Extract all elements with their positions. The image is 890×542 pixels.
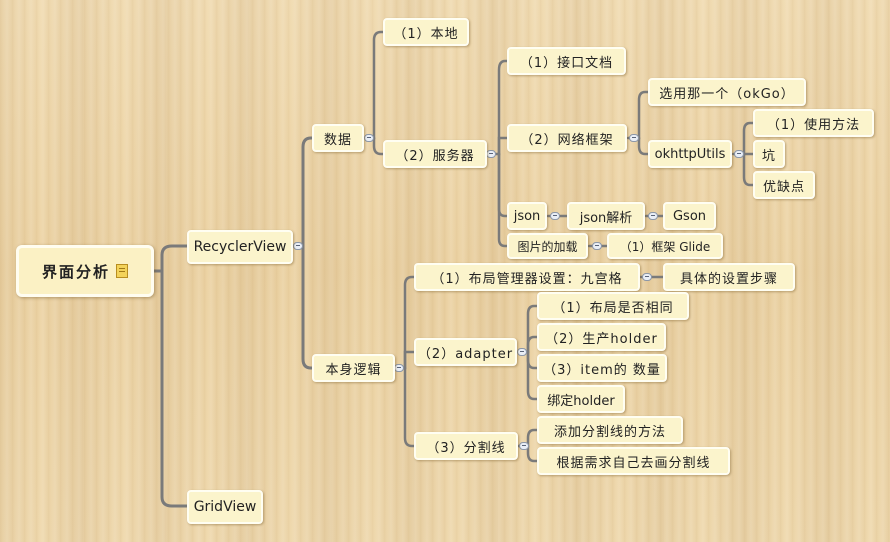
- collapse-toggle-okhttputils[interactable]: [734, 150, 744, 158]
- node-image-load-label: 图片的加载: [517, 239, 578, 254]
- node-json[interactable]: json: [507, 202, 547, 230]
- node-bind-holder-label: 绑定holder: [547, 393, 615, 409]
- node-bind-holder[interactable]: 绑定holder: [537, 385, 625, 413]
- node-api-doc-label: （1）接口文档: [519, 55, 614, 71]
- node-pros-cons[interactable]: 优缺点: [753, 171, 815, 199]
- node-gridview[interactable]: GridView: [187, 490, 263, 524]
- node-usage-label: （1）使用方法: [766, 117, 861, 133]
- root-label: 界面分析: [41, 262, 110, 281]
- node-json-parse-label: json解析: [579, 210, 633, 226]
- node-item-count[interactable]: （3）item的 数量: [537, 354, 667, 382]
- node-server-label: （2）服务器: [395, 148, 475, 164]
- node-json-parse[interactable]: json解析: [567, 202, 645, 230]
- node-layout-steps[interactable]: 具体的设置步骤: [663, 263, 795, 291]
- node-layout-manager[interactable]: （1）布局管理器设置：九宫格: [414, 263, 640, 291]
- node-add-divider-label: 添加分割线的方法: [553, 424, 666, 440]
- node-okhttputils[interactable]: okhttpUtils: [648, 140, 732, 168]
- node-own-logic-label: 本身逻辑: [325, 362, 382, 378]
- node-add-divider[interactable]: 添加分割线的方法: [537, 416, 683, 444]
- collapse-toggle-adapter[interactable]: [517, 348, 527, 356]
- collapse-toggle-data[interactable]: [364, 134, 374, 142]
- node-choose-one[interactable]: 选用那一个（okGo）: [648, 78, 806, 106]
- collapse-toggle-own-logic[interactable]: [394, 364, 404, 372]
- node-layout-same[interactable]: （1）布局是否相同: [537, 292, 689, 320]
- node-adapter-label: （2）adapter: [417, 346, 514, 362]
- node-usage[interactable]: （1）使用方法: [753, 109, 874, 137]
- node-image-load[interactable]: 图片的加载: [507, 233, 588, 259]
- node-gson-label: Gson: [672, 208, 707, 224]
- node-pitfall[interactable]: 坑: [753, 140, 785, 168]
- node-net-framework-label: （2）网络框架: [520, 132, 614, 148]
- node-glide[interactable]: （1）框架 Glide: [607, 233, 723, 259]
- node-create-holder[interactable]: （2）生产holder: [537, 323, 666, 351]
- node-data-label: 数据: [323, 132, 352, 148]
- collapse-toggle-server[interactable]: [486, 150, 496, 158]
- node-item-count-label: （3）item的 数量: [543, 362, 661, 378]
- node-api-doc[interactable]: （1）接口文档: [507, 47, 626, 75]
- node-pros-cons-label: 优缺点: [762, 179, 805, 195]
- node-layout-same-label: （1）布局是否相同: [552, 300, 674, 316]
- node-pitfall-label: 坑: [761, 148, 776, 164]
- node-recyclerview[interactable]: RecyclerView: [187, 230, 293, 264]
- note-icon[interactable]: [116, 264, 128, 278]
- root-node[interactable]: 界面分析: [16, 245, 154, 297]
- node-divider[interactable]: （3）分割线: [414, 432, 518, 460]
- node-json-label: json: [513, 208, 541, 224]
- node-server[interactable]: （2）服务器: [383, 140, 487, 168]
- node-draw-divider-label: 根据需求自己去画分割线: [556, 455, 711, 471]
- collapse-toggle-divider[interactable]: [519, 442, 529, 450]
- node-create-holder-label: （2）生产holder: [545, 331, 658, 347]
- node-net-framework[interactable]: （2）网络框架: [507, 124, 627, 152]
- node-layout-steps-label: 具体的设置步骤: [679, 271, 778, 287]
- collapse-toggle-recyclerview[interactable]: [293, 242, 303, 250]
- node-local[interactable]: （1）本地: [383, 18, 469, 46]
- node-adapter[interactable]: （2）adapter: [414, 338, 517, 366]
- node-divider-label: （3）分割线: [426, 440, 506, 456]
- node-recyclerview-label: RecyclerView: [193, 239, 287, 255]
- node-local-label: （1）本地: [393, 26, 459, 42]
- node-layout-manager-label: （1）布局管理器设置：九宫格: [431, 271, 623, 287]
- node-okhttputils-label: okhttpUtils: [654, 146, 726, 162]
- node-gson[interactable]: Gson: [663, 202, 716, 230]
- node-choose-one-label: 选用那一个（okGo）: [659, 86, 795, 102]
- node-gridview-label: GridView: [193, 499, 257, 515]
- node-data[interactable]: 数据: [312, 124, 364, 152]
- collapse-toggle-json-parse[interactable]: [648, 212, 658, 220]
- node-draw-divider[interactable]: 根据需求自己去画分割线: [537, 447, 730, 475]
- node-own-logic[interactable]: 本身逻辑: [312, 354, 395, 382]
- collapse-toggle-image-load[interactable]: [592, 242, 602, 250]
- collapse-toggle-net-framework[interactable]: [629, 134, 639, 142]
- collapse-toggle-json[interactable]: [550, 212, 560, 220]
- collapse-toggle-layout-manager[interactable]: [642, 273, 652, 281]
- node-glide-label: （1）框架 Glide: [619, 239, 711, 254]
